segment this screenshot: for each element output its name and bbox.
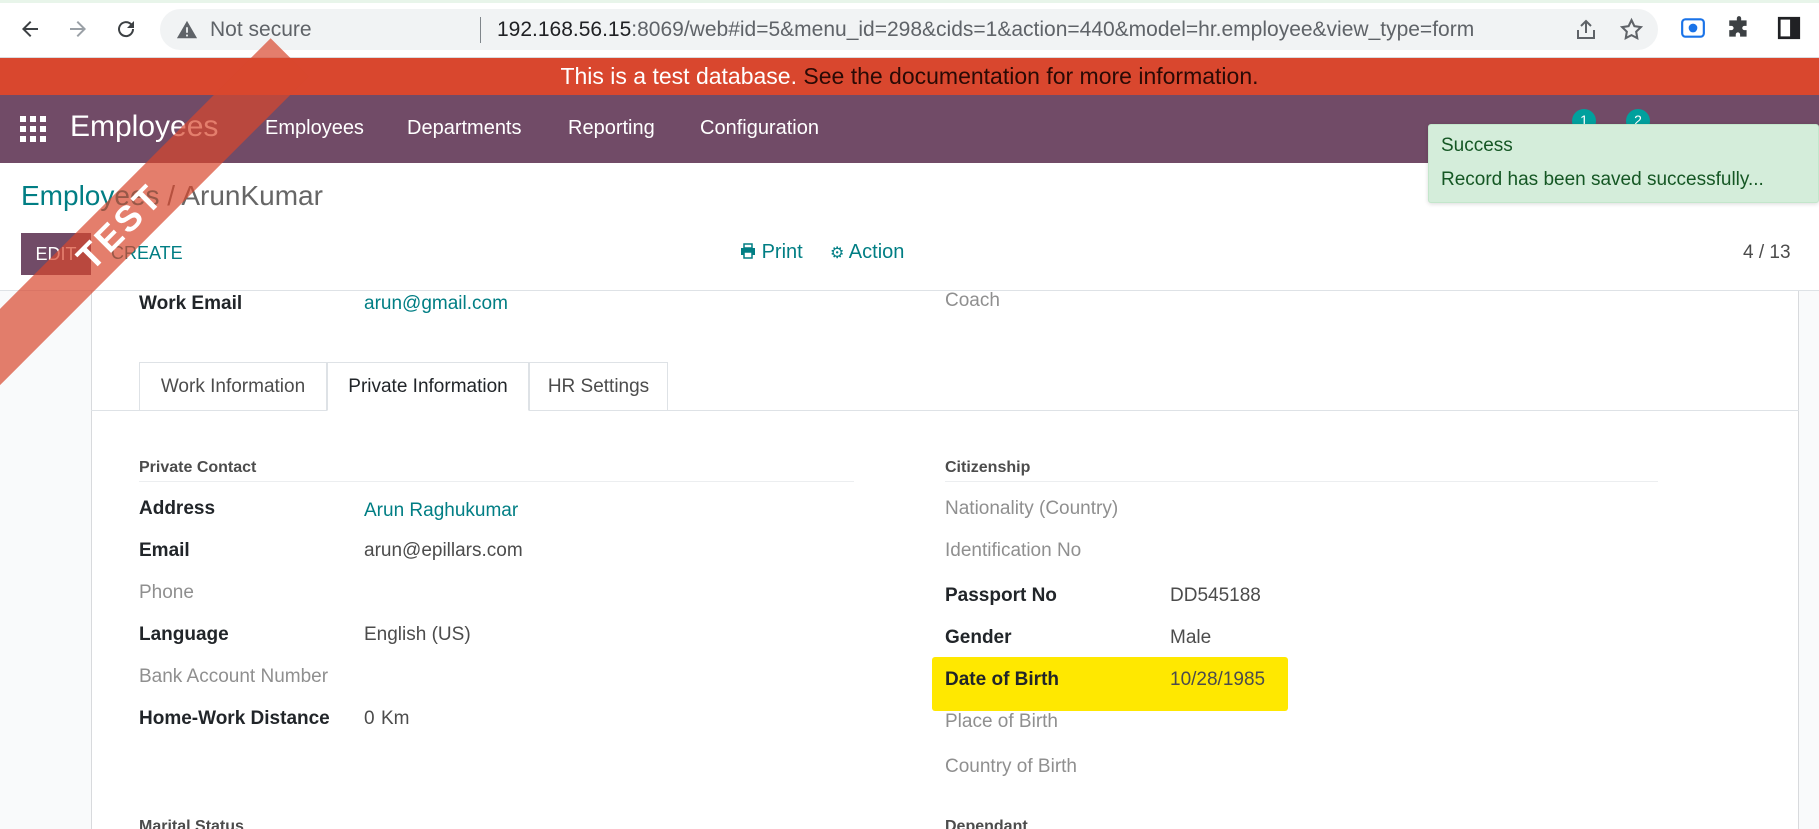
omnibox-separator	[480, 17, 481, 43]
coach-label: Coach	[945, 290, 1000, 311]
citizenship-divider	[945, 481, 1658, 482]
breadcrumb-current: ArunKumar	[181, 180, 323, 211]
reload-button[interactable]	[108, 11, 144, 47]
passport-label: Passport No	[945, 585, 1057, 606]
address-value[interactable]: Arun Raghukumar	[364, 500, 518, 522]
passport-value: DD545188	[1170, 585, 1261, 606]
screen-cast-icon[interactable]	[1680, 15, 1706, 41]
address-bar[interactable]: Not secure 192.168.56.15:8069/web#id=5&m…	[160, 9, 1658, 50]
share-icon[interactable]	[1574, 18, 1598, 42]
language-value: English (US)	[364, 624, 471, 645]
pager[interactable]: 4 / 13	[1743, 242, 1791, 264]
print-icon	[741, 243, 755, 259]
toast-title: Success	[1441, 135, 1513, 156]
home-work-distance-unit: Km	[381, 708, 410, 729]
menu-departments[interactable]: Departments	[407, 117, 522, 140]
tab-hr-settings[interactable]: HR Settings	[529, 362, 668, 411]
reload-icon	[118, 21, 135, 38]
documentation-link[interactable]: See the documentation for more informati…	[803, 63, 1258, 89]
identification-label: Identification No	[945, 540, 1082, 561]
gender-value: Male	[1170, 627, 1212, 648]
forward-button[interactable]	[60, 11, 96, 47]
work-email-value[interactable]: arun@gmail.com	[364, 293, 508, 315]
bookmark-star-icon[interactable]	[1619, 17, 1644, 42]
banner-text: This is a test database.	[560, 63, 797, 89]
menu-reporting[interactable]: Reporting	[568, 117, 655, 140]
email-value: arun@epillars.com	[364, 540, 523, 561]
url-path: :8069/web#id=5&menu_id=298&cids=1&action…	[631, 18, 1475, 41]
menu-configuration[interactable]: Configuration	[700, 117, 819, 140]
extensions-puzzle-icon[interactable]	[1726, 15, 1752, 41]
language-label: Language	[139, 624, 229, 645]
private-contact-divider	[139, 481, 854, 482]
gender-label: Gender	[945, 627, 1012, 648]
email-label: Email	[139, 540, 190, 561]
side-panel-icon[interactable]	[1776, 15, 1802, 41]
toast-message: Record has been saved successfully...	[1441, 169, 1764, 190]
print-label: Print	[761, 241, 803, 263]
home-work-distance-value: 0	[364, 708, 375, 729]
phone-label: Phone	[139, 582, 194, 603]
date-of-birth-value: 10/28/1985	[1170, 669, 1266, 690]
back-button[interactable]	[12, 11, 48, 47]
address-label: Address	[139, 498, 216, 519]
citizenship-title: Citizenship	[945, 459, 1031, 476]
security-label[interactable]: Not secure	[210, 18, 312, 42]
dependant-title: Dependant	[945, 818, 1028, 829]
work-email-label: Work Email	[139, 293, 243, 314]
tab-work-information[interactable]: Work Information	[139, 362, 327, 411]
action-label: Action	[848, 241, 905, 263]
nationality-label: Nationality (Country)	[945, 498, 1119, 519]
arrow-right-icon	[70, 21, 86, 37]
success-toast[interactable]: Success Record has been saved successful…	[1428, 124, 1819, 203]
menu-employees[interactable]: Employees	[265, 117, 364, 140]
url-host: 192.168.56.15	[497, 18, 632, 41]
place-of-birth-label: Place of Birth	[945, 711, 1058, 732]
print-button[interactable]: Print	[740, 241, 803, 264]
marital-status-title: Marital Status	[139, 818, 244, 829]
url-text[interactable]: 192.168.56.15:8069/web#id=5&menu_id=298&…	[497, 18, 1474, 42]
action-button[interactable]: ⚙ Action	[830, 241, 904, 264]
country-of-birth-label: Country of Birth	[945, 756, 1077, 777]
tab-private-information[interactable]: Private Information	[327, 362, 529, 411]
bank-account-label: Bank Account Number	[139, 666, 329, 687]
tab-strip-accent	[0, 0, 1819, 3]
warning-icon[interactable]	[176, 19, 198, 41]
private-contact-title: Private Contact	[139, 459, 257, 476]
arrow-left-icon	[22, 21, 38, 37]
apps-menu-icon[interactable]	[20, 116, 46, 142]
home-work-distance-label: Home-Work Distance	[139, 708, 330, 729]
date-of-birth-label: Date of Birth	[945, 669, 1059, 690]
gear-icon: ⚙	[830, 245, 845, 262]
